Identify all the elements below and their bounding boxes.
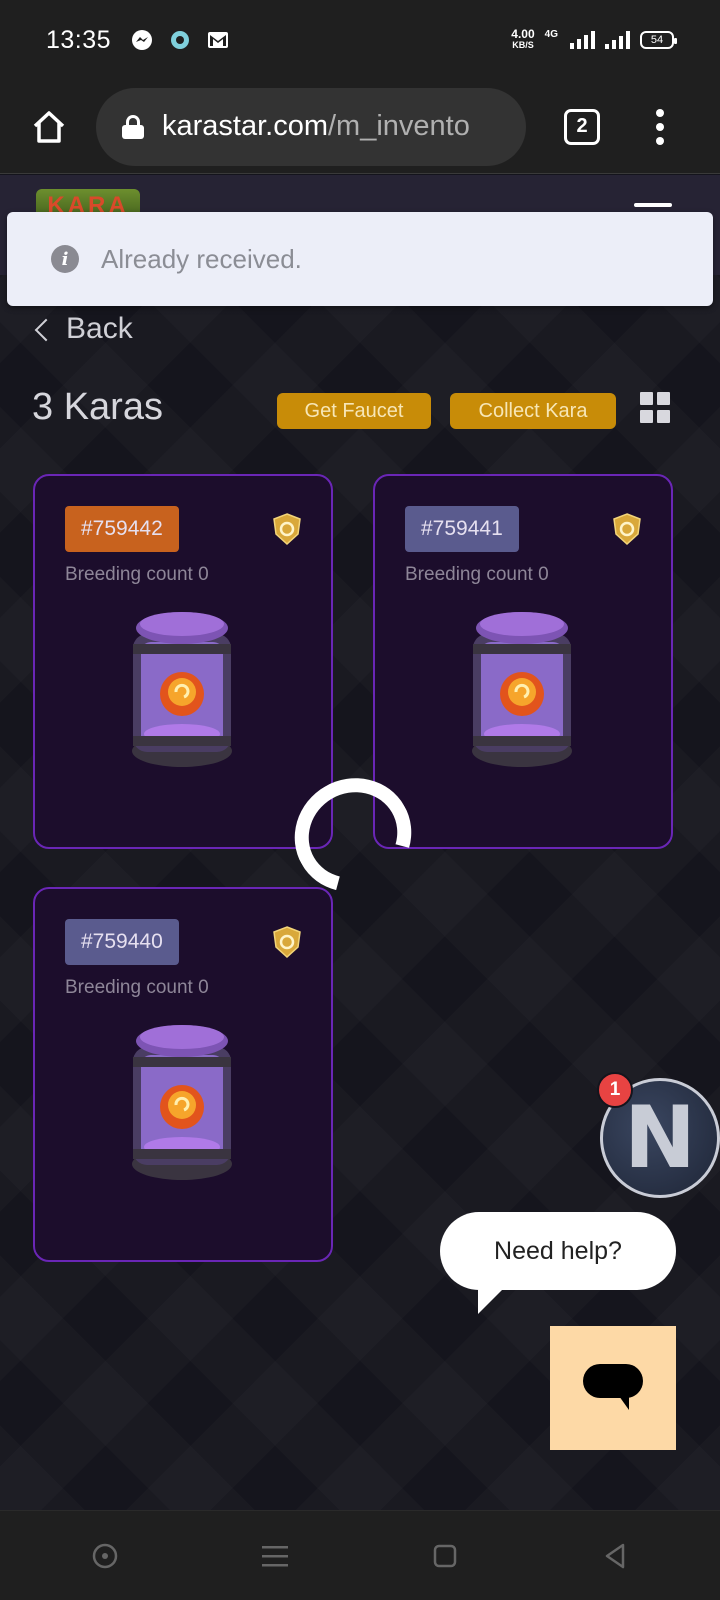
circle-app-icon [169, 29, 191, 51]
support-avatar-widget[interactable]: N 1 [597, 1072, 720, 1198]
bubble-tail [478, 1290, 502, 1314]
toast-message: Already received. [101, 243, 302, 274]
home-button[interactable] [24, 102, 74, 152]
browser-toolbar: karastar.com/m_invento 2 [0, 80, 720, 174]
address-bar[interactable]: karastar.com/m_invento [96, 87, 526, 166]
lock-icon [122, 114, 144, 139]
kara-egg-jar-icon [132, 1025, 232, 1180]
url-path: /m_invento [328, 110, 470, 142]
chat-launcher-button[interactable] [550, 1326, 676, 1450]
chevron-left-icon [34, 318, 58, 342]
tab-switcher-button[interactable]: 2 [564, 108, 600, 145]
kara-card[interactable]: #759441 Breeding count 0 [373, 474, 673, 849]
back-nav-button[interactable] [593, 1534, 637, 1578]
url-text: karastar.com/m_invento [162, 110, 470, 143]
net-speed: 4.00 KB/S [511, 27, 535, 51]
gmail-icon [207, 29, 229, 51]
kara-egg-jar-icon [132, 612, 232, 767]
breeding-count: Breeding count 0 [65, 977, 209, 998]
kara-id-badge: #759441 [405, 506, 519, 552]
kara-id-badge: #759442 [65, 506, 179, 552]
kara-count-title: 3 Karas [32, 386, 163, 428]
battery-icon: 54 [640, 31, 677, 49]
kara-card[interactable]: #759440 Breeding count 0 [33, 887, 333, 1262]
breeding-count: Breeding count 0 [405, 564, 549, 585]
square-icon [433, 1544, 457, 1567]
kara-id-badge: #759440 [65, 919, 179, 965]
toast-notification: i Already received. [7, 212, 713, 306]
kara-egg-jar-icon [472, 612, 572, 767]
home-nav-button[interactable] [423, 1534, 467, 1578]
kara-card[interactable]: #759442 Breeding count 0 [33, 474, 333, 849]
back-link[interactable]: Back [34, 312, 133, 346]
triangle-back-icon [605, 1543, 625, 1568]
assistant-button[interactable] [83, 1534, 127, 1578]
breeding-count: Breeding count 0 [65, 564, 209, 585]
menu-lines-icon [262, 1545, 288, 1566]
shield-icon [273, 513, 301, 546]
grid-view-icon[interactable] [640, 392, 672, 424]
get-faucet-button[interactable]: Get Faucet [277, 393, 431, 429]
recents-menu-button[interactable] [253, 1534, 297, 1578]
shield-icon [613, 513, 641, 546]
home-icon [33, 110, 65, 143]
circle-dot-icon [92, 1543, 118, 1568]
net-speed-value: 4.00 [511, 27, 535, 41]
need-help-bubble[interactable]: Need help? [440, 1212, 676, 1290]
status-time: 13:35 [46, 25, 112, 54]
network-type: 4G [544, 29, 558, 40]
status-bar: 13:35 4.00 KB/S 4G 54 [0, 0, 720, 80]
system-nav-bar [0, 1510, 720, 1600]
notification-icons [131, 29, 229, 51]
url-host: karastar.com [162, 110, 328, 142]
status-right: 4.00 KB/S 4G 54 [511, 27, 677, 51]
signal-icon [570, 31, 595, 49]
messenger-icon [131, 29, 153, 51]
notification-badge: 1 [597, 1072, 633, 1108]
net-speed-unit: KB/S [512, 40, 534, 50]
browser-menu-button[interactable] [656, 108, 664, 145]
shield-icon [273, 926, 301, 959]
signal-icon-2 [605, 31, 630, 49]
back-label: Back [66, 312, 133, 345]
chat-icon [583, 1364, 643, 1410]
collect-kara-button[interactable]: Collect Kara [450, 393, 616, 429]
info-icon: i [51, 245, 79, 273]
